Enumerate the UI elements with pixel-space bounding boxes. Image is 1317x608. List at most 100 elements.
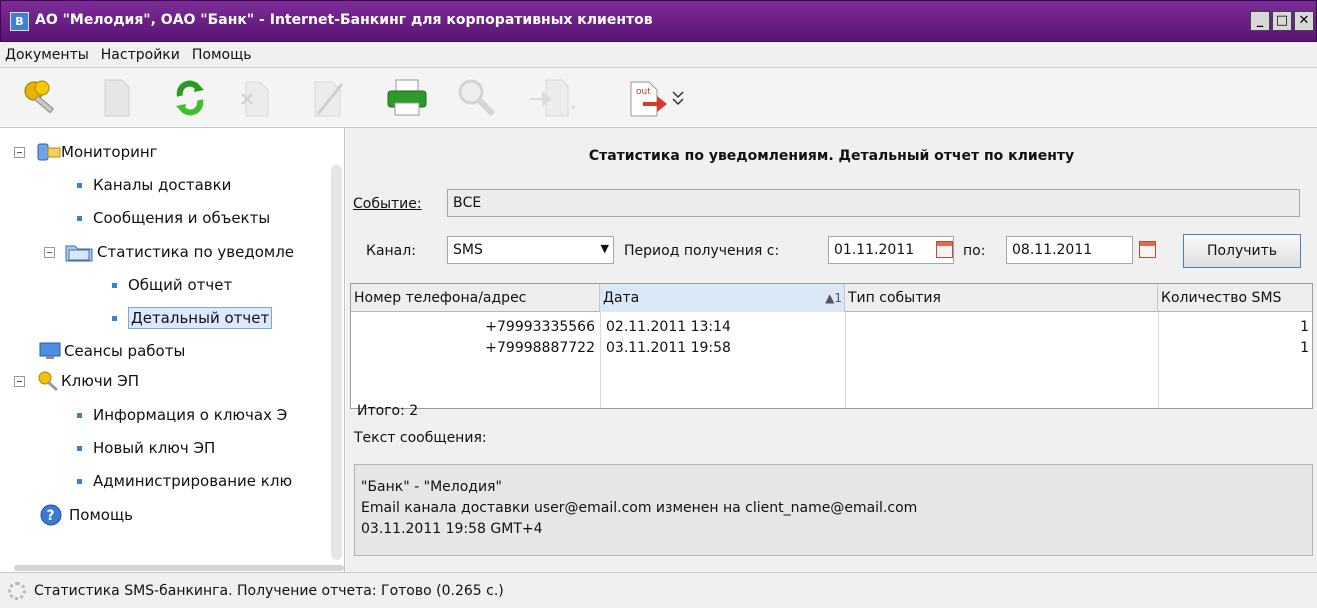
cell-date: 02.11.2011 13:14: [606, 319, 731, 335]
collapse-icon[interactable]: [14, 375, 25, 387]
chevron-down-icon[interactable]: [670, 78, 686, 118]
edit-icon[interactable]: [312, 78, 346, 118]
tree-item-messages-objects[interactable]: Сообщения и объекты: [77, 203, 270, 233]
tree-label-notification-stats: Статистика по уведомле: [97, 243, 295, 261]
column-sms-count[interactable]: Количество SMS: [1158, 284, 1312, 312]
tree-item-delivery-channels[interactable]: Каналы доставки: [77, 170, 231, 200]
tree-item-general-report[interactable]: Общий отчет: [112, 270, 232, 300]
tree-label-new-key: Новый ключ ЭП: [93, 439, 216, 457]
calendar-from-icon[interactable]: [936, 241, 953, 258]
bullet-icon: [112, 315, 117, 321]
tree-item-key-admin[interactable]: Администрирование клю: [77, 466, 292, 496]
cell-phone: +79998887722: [485, 340, 595, 356]
message-line: 03.11.2011 19:58 GMT+4: [361, 521, 543, 537]
sort-ascending-icon: ▲1: [825, 291, 842, 305]
event-label: Событие:: [353, 196, 422, 212]
svg-text:»: »: [570, 102, 576, 113]
column-phone-label: Номер телефона/адрес: [354, 290, 527, 306]
monitoring-icon: [37, 143, 61, 161]
total-label: Итого: 2: [357, 403, 419, 419]
report-heading: Статистика по уведомлениям. Детальный от…: [588, 148, 1075, 164]
close-button[interactable]: ✕: [1294, 11, 1314, 31]
maximize-button[interactable]: □: [1272, 11, 1292, 31]
window-controls: _ □ ✕: [1248, 11, 1314, 31]
date-from-value: 01.11.2011: [834, 242, 915, 258]
status-bar: Статистика SMS-банкинга. Получение отчет…: [0, 572, 1317, 608]
period-label: Период получения с:: [624, 243, 780, 259]
tree-item-notification-stats[interactable]: Статистика по уведомле: [44, 237, 294, 267]
folder-icon: [65, 245, 93, 262]
message-line: Email канала доставки user@email.com изм…: [361, 500, 918, 516]
date-to-field[interactable]: 08.11.2011: [1006, 236, 1133, 264]
tree-label-ep-keys: Ключи ЭП: [61, 372, 139, 390]
tree-label-messages-objects: Сообщения и объекты: [93, 209, 271, 227]
menu-bar: Документы Настройки Помощь: [0, 42, 1317, 68]
menu-documents[interactable]: Документы: [5, 47, 89, 63]
channel-select[interactable]: SMS ▼: [447, 236, 614, 264]
status-text: Статистика SMS-банкинга. Получение отчет…: [34, 582, 504, 599]
tree-item-monitoring[interactable]: Мониторинг: [14, 137, 158, 167]
navigation-tree: Мониторинг Каналы доставки Сообщения и о…: [0, 128, 345, 572]
out-label: out: [636, 87, 651, 97]
date-to-value: 08.11.2011: [1012, 242, 1093, 258]
delete-icon[interactable]: [238, 78, 274, 118]
minimize-button[interactable]: _: [1250, 11, 1270, 31]
keys-icon[interactable]: [20, 78, 68, 118]
column-phone[interactable]: Номер телефона/адрес: [351, 284, 600, 312]
column-divider: [600, 312, 601, 408]
to-label: по:: [963, 243, 986, 259]
tree-item-sessions[interactable]: Сеансы работы: [38, 336, 185, 366]
tree-horizontal-scrollbar[interactable]: [14, 565, 344, 571]
event-field[interactable]: ВСЕ: [447, 189, 1300, 217]
new-document-icon[interactable]: [102, 78, 132, 118]
column-sms-count-label: Количество SMS: [1161, 290, 1282, 306]
print-icon[interactable]: [385, 78, 429, 118]
bullet-icon: [77, 215, 82, 221]
collapse-icon[interactable]: [44, 246, 55, 258]
channel-value: SMS: [453, 242, 483, 258]
calendar-to-icon[interactable]: [1139, 241, 1156, 258]
bullet-icon: [77, 412, 82, 418]
svg-text:?: ?: [47, 508, 55, 524]
title-bar: B АО "Мелодия", ОАО "Банк" - Internet-Ба…: [0, 0, 1317, 42]
results-table: Номер телефона/адрес Дата ▲1 Тип события…: [350, 283, 1313, 409]
tree-label-key-admin: Администрирование клю: [93, 472, 293, 490]
toolbar: » out: [0, 68, 1317, 128]
column-event-type[interactable]: Тип события: [845, 284, 1158, 312]
app-icon: B: [10, 12, 29, 31]
column-date[interactable]: Дата ▲1: [600, 284, 845, 312]
menu-help[interactable]: Помощь: [192, 47, 252, 63]
column-divider: [845, 312, 846, 408]
loading-spinner-icon: [8, 581, 26, 600]
message-line: "Банк" - "Мелодия": [361, 479, 502, 495]
tree-item-help[interactable]: ? Помощь: [40, 500, 133, 530]
tree-item-new-key[interactable]: Новый ключ ЭП: [77, 433, 215, 463]
menu-settings[interactable]: Настройки: [101, 47, 180, 63]
channel-label: Канал:: [366, 243, 416, 259]
refresh-icon[interactable]: [170, 78, 210, 118]
import-icon[interactable]: »: [528, 78, 576, 118]
bullet-icon: [77, 182, 82, 188]
tree-label-monitoring: Мониторинг: [61, 143, 158, 161]
event-value: ВСЕ: [453, 195, 482, 211]
get-report-button[interactable]: Получить: [1183, 234, 1301, 268]
tree-label-detailed-report: Детальный отчет: [128, 307, 273, 329]
search-icon[interactable]: [455, 78, 499, 118]
bullet-icon: [112, 282, 117, 288]
monitor-icon: [39, 342, 61, 359]
key-icon: [38, 371, 58, 392]
help-icon: ?: [40, 504, 62, 526]
tree-label-help: Помощь: [69, 506, 133, 524]
column-event-type-label: Тип события: [848, 290, 941, 306]
tree-vertical-scrollbar[interactable]: [331, 165, 342, 560]
message-text-box: "Банк" - "Мелодия" Email канала доставки…: [354, 464, 1313, 556]
collapse-icon[interactable]: [14, 146, 25, 158]
tree-label-key-info: Информация о ключах Э: [93, 406, 288, 424]
tree-item-ep-keys[interactable]: Ключи ЭП: [14, 366, 139, 396]
report-panel: Статистика по уведомлениям. Детальный от…: [346, 128, 1317, 572]
bullet-icon: [77, 478, 82, 484]
sort-order-label: 1: [834, 291, 842, 305]
tree-item-key-info[interactable]: Информация о ключах Э: [77, 400, 287, 430]
dropdown-arrow-icon[interactable]: ▼: [601, 242, 609, 255]
tree-item-detailed-report[interactable]: Детальный отчет: [112, 303, 273, 333]
